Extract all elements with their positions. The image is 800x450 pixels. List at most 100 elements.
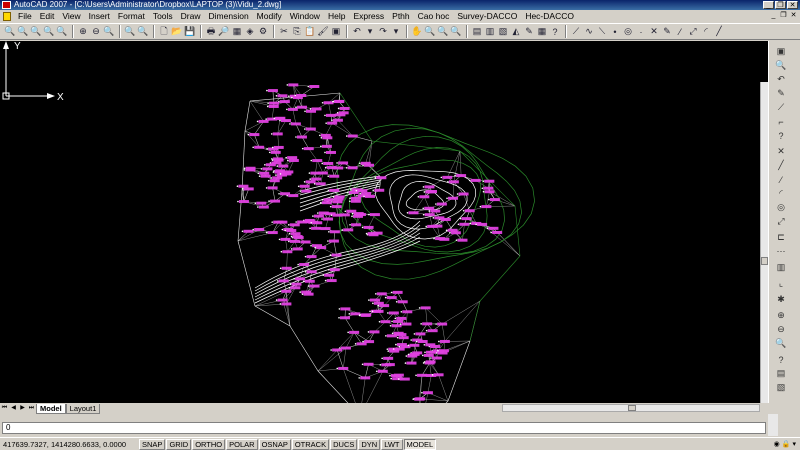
zoom-in-icon[interactable]: ⊕ <box>77 26 89 38</box>
erase-tool-icon[interactable]: ✕ <box>648 26 660 38</box>
doc-restore-button[interactable]: ❐ <box>779 12 788 20</box>
menu-survey-dacco[interactable]: Survey-DACCO <box>453 10 521 23</box>
design-center-icon[interactable]: ▥ <box>484 26 496 38</box>
join-tool-icon[interactable]: ⋯ <box>774 245 788 258</box>
trim-tool-icon-2[interactable]: ⟋ <box>774 101 788 114</box>
save-tool-icon[interactable]: ▣ <box>774 45 788 58</box>
properties-icon[interactable]: ▤ <box>471 26 483 38</box>
menu-cao-hoc[interactable]: Cao hoc <box>414 10 454 23</box>
explode-tool-icon[interactable]: ✱ <box>774 293 788 306</box>
tab-layout1[interactable]: Layout1 <box>65 403 101 414</box>
tab-first-icon[interactable]: ⏮ <box>0 404 9 413</box>
publish-icon[interactable]: ▦ <box>231 26 243 38</box>
tray-arrow-icon[interactable]: ▾ <box>792 440 796 448</box>
document-icon[interactable] <box>3 12 11 21</box>
stretch-tool-icon[interactable]: ⊏ <box>774 231 788 244</box>
menu-view[interactable]: View <box>58 10 84 23</box>
tool-palettes-icon[interactable]: ▧ <box>497 26 509 38</box>
zoom-out-icon[interactable]: ⊖ <box>90 26 102 38</box>
match-properties-icon[interactable]: 🖌 <box>317 26 329 38</box>
menu-hec-dacco[interactable]: Hec-DACCO <box>521 10 578 23</box>
autocad-app-icon[interactable] <box>2 1 11 9</box>
zoom-tool-icon[interactable]: 🔍 <box>774 59 788 72</box>
sheet-set-icon[interactable]: ◭ <box>510 26 522 38</box>
menu-insert[interactable]: Insert <box>85 10 114 23</box>
line-tool-icon-2[interactable]: ╱ <box>774 159 788 172</box>
help-tool-icon-2[interactable]: ? <box>774 353 788 366</box>
3d-dwf-icon[interactable]: ◈ <box>244 26 256 38</box>
drawing-canvas[interactable]: Y X <box>0 41 768 403</box>
circle-tool-icon[interactable]: ◎ <box>622 26 634 38</box>
line-tool-icon[interactable]: ╱ <box>713 26 725 38</box>
array-tool-icon[interactable]: ▥ <box>774 261 788 274</box>
break-tool-icon[interactable]: ⌞ <box>774 277 788 290</box>
block-editor-icon[interactable]: ▣ <box>330 26 342 38</box>
tab-prev-icon[interactable]: ◀ <box>9 404 18 413</box>
layer-tool-icon[interactable]: ▤ <box>774 367 788 380</box>
minimize-button[interactable]: _ <box>763 1 774 9</box>
horizontal-scrollbar[interactable] <box>502 404 760 412</box>
properties-tool-icon[interactable]: ▧ <box>774 381 788 394</box>
vertical-scroll-thumb[interactable] <box>761 257 768 265</box>
tab-model[interactable]: Model <box>36 403 66 414</box>
tab-last-icon[interactable]: ⏭ <box>27 404 36 413</box>
close-button[interactable]: ✕ <box>787 1 798 9</box>
snap-tool-icon[interactable]: · <box>635 26 647 38</box>
model-toggle[interactable]: MODEL <box>403 438 437 450</box>
help-tool-icon[interactable]: ? <box>774 129 788 142</box>
tab-next-icon[interactable]: ▶ <box>18 404 27 413</box>
arc-tool-icon-2[interactable]: ◜ <box>774 187 788 200</box>
doc-close-button[interactable]: ✕ <box>789 12 798 20</box>
menu-dimension[interactable]: Dimension <box>205 10 253 23</box>
command-scrollbar[interactable] <box>768 414 778 436</box>
zoom-center-icon[interactable]: 🔍 <box>56 26 68 38</box>
undo-tool-icon[interactable]: ↶ <box>774 73 788 86</box>
horizontal-scroll-thumb[interactable] <box>628 405 636 411</box>
markup-icon[interactable]: ✎ <box>523 26 535 38</box>
zoom-previous-2-icon[interactable]: 🔍 <box>450 26 462 38</box>
ducs-toggle[interactable]: DUCS <box>330 438 358 450</box>
calculator-icon[interactable]: ▦ <box>536 26 548 38</box>
undo-icon[interactable]: ↶ <box>351 26 363 38</box>
trim-tool-icon[interactable]: ⟍ <box>596 26 608 38</box>
menu-help[interactable]: Help <box>324 10 349 23</box>
grid-toggle[interactable]: GRID <box>166 438 192 450</box>
lwt-toggle[interactable]: LWT <box>381 438 403 450</box>
erase-tool-icon-2[interactable]: ✕ <box>774 145 788 158</box>
zoom-extents-tool-icon[interactable]: 🔍 <box>774 337 788 350</box>
open-file-icon[interactable]: 📂 <box>171 26 183 38</box>
polar-toggle[interactable]: POLAR <box>226 438 258 450</box>
brush-tool-icon[interactable]: ⁄ <box>674 26 686 38</box>
plot-icon[interactable]: 🖶 <box>205 26 217 38</box>
doc-minimize-button[interactable]: _ <box>769 12 778 20</box>
command-line-input[interactable]: 0 <box>2 422 766 434</box>
restore-button[interactable]: ❐ <box>775 1 786 9</box>
zoom-realtime-2-icon[interactable]: 🔍 <box>424 26 436 38</box>
osnap-toggle[interactable]: OSNAP <box>258 438 291 450</box>
polyline-tool-icon[interactable]: ⟋ <box>570 26 582 38</box>
save-icon[interactable]: 💾 <box>184 26 196 38</box>
menu-edit[interactable]: Edit <box>36 10 59 23</box>
zoom-scale-icon[interactable]: 🔍 <box>43 26 55 38</box>
zoom-window-icon[interactable]: 🔍 <box>17 26 29 38</box>
undo-dropdown-icon[interactable]: ▾ <box>364 26 376 38</box>
menu-tools[interactable]: Tools <box>149 10 177 23</box>
redo-dropdown-icon[interactable]: ▾ <box>390 26 402 38</box>
zoom-previous-icon[interactable]: 🔍 <box>137 26 149 38</box>
zoom-all-icon[interactable]: 🔍 <box>103 26 115 38</box>
new-file-icon[interactable]: 🗋 <box>158 26 170 38</box>
menu-express[interactable]: Express <box>349 10 388 23</box>
paste-icon[interactable]: 📋 <box>304 26 316 38</box>
coordinate-readout[interactable]: 417639.7327, 1414280.6633, 0.0000 <box>0 440 139 449</box>
help-icon[interactable]: ? <box>549 26 561 38</box>
redo-icon[interactable]: ↷ <box>377 26 389 38</box>
scale-tool-icon[interactable]: ⤢ <box>774 215 788 228</box>
menu-file[interactable]: File <box>14 10 36 23</box>
dimension-tool-icon[interactable]: ⤢ <box>687 26 699 38</box>
zoom-window-2-icon[interactable]: 🔍 <box>437 26 449 38</box>
menu-window[interactable]: Window <box>286 10 324 23</box>
menu-format[interactable]: Format <box>114 10 149 23</box>
point-tool-icon[interactable]: • <box>609 26 621 38</box>
zoom-in-tool-icon[interactable]: ⊕ <box>774 309 788 322</box>
zoom-out-tool-icon[interactable]: ⊖ <box>774 323 788 336</box>
